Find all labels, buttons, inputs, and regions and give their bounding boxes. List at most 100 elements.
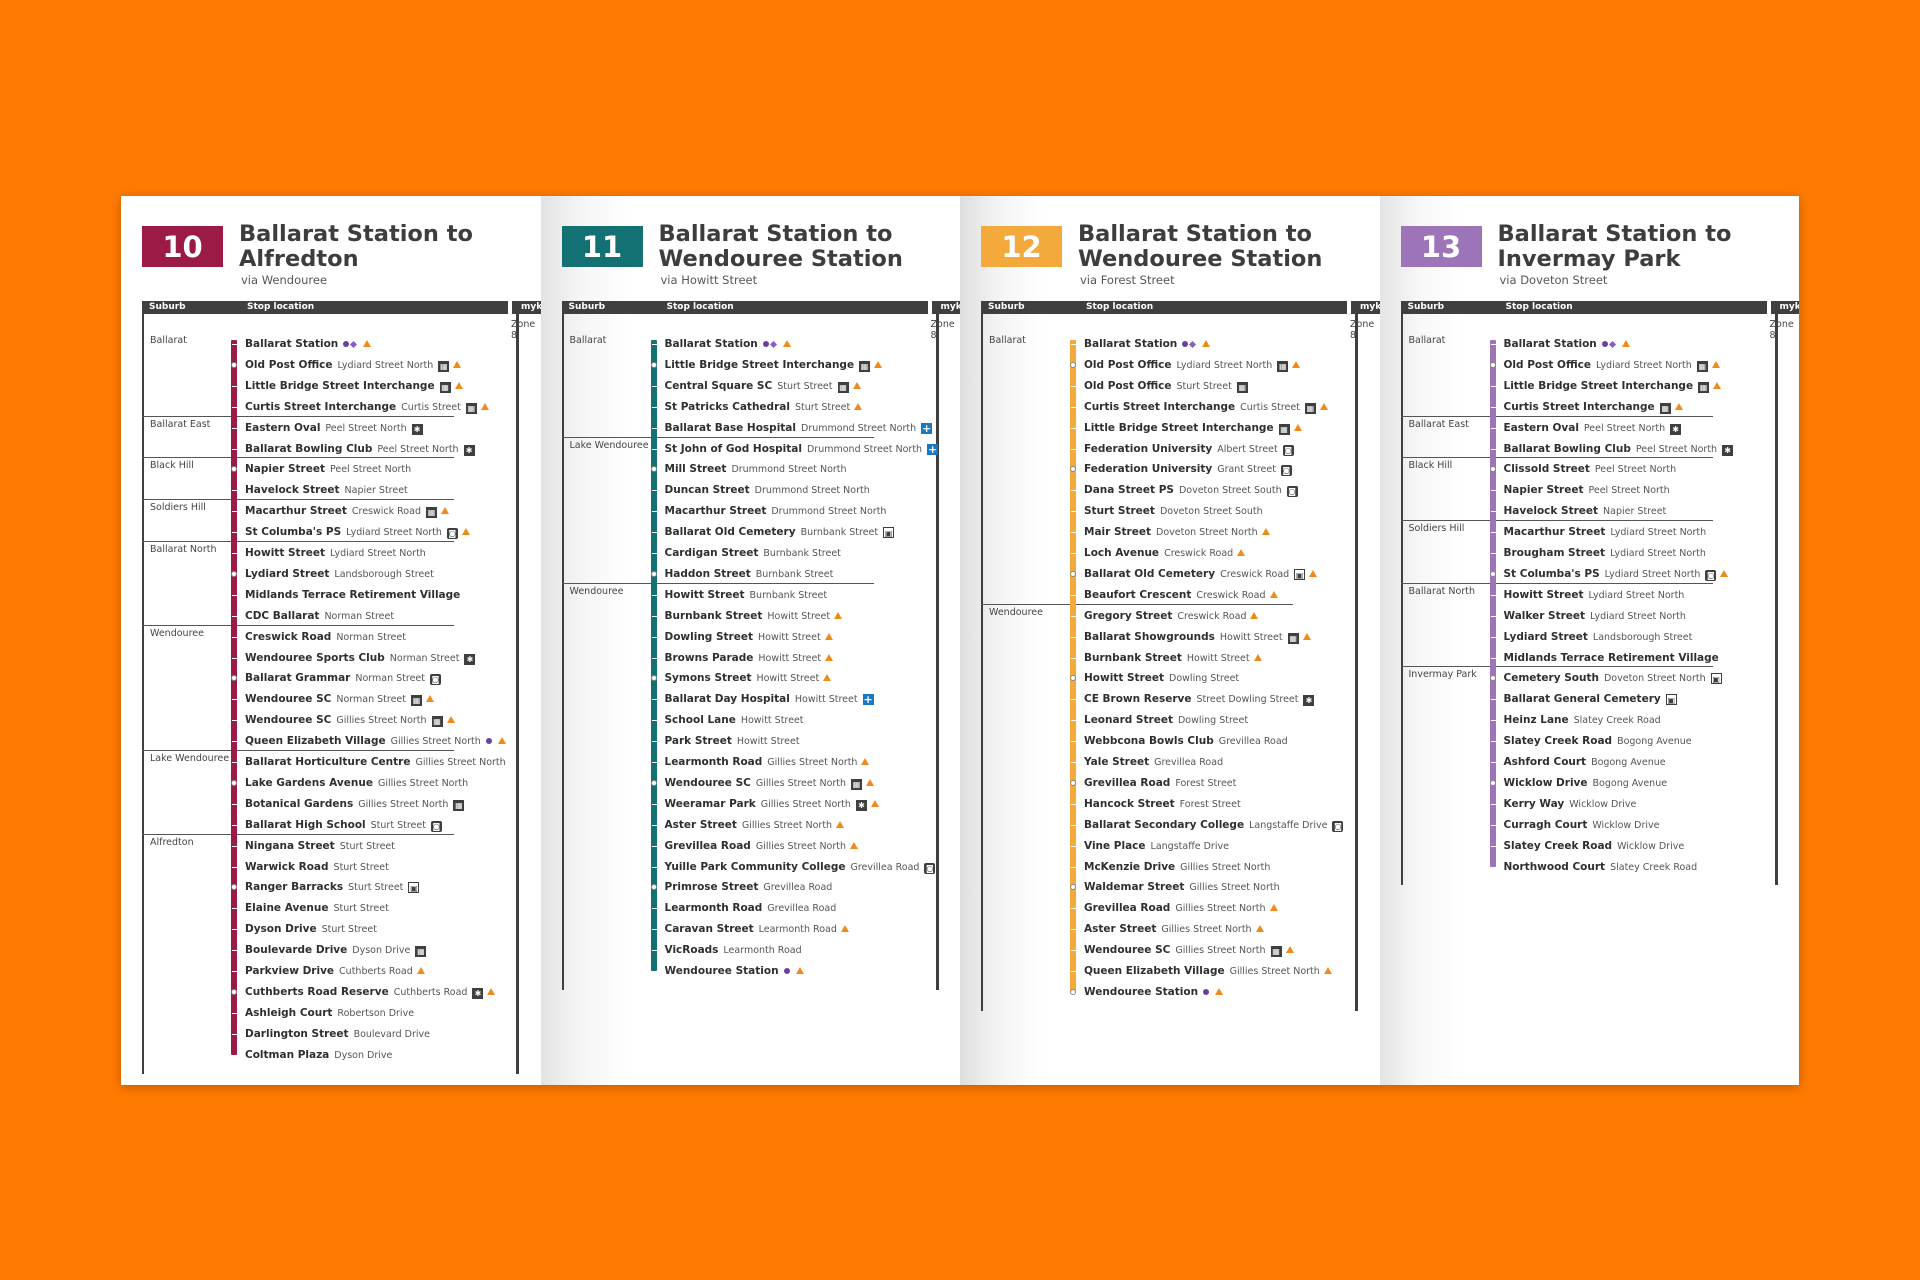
stop-street: Dowling Street xyxy=(1169,673,1240,685)
stop-row: Lydiard Street Landsborough Street xyxy=(1504,629,1693,645)
connection-triangle-icon xyxy=(1202,340,1211,347)
timing-point-icon xyxy=(650,884,657,891)
route-panel-10: 10 Ballarat Station to Alfredton via Wendou… xyxy=(121,196,541,1085)
stop-row: Federation University Albert Street ◙ xyxy=(1084,441,1294,457)
suburb-name: Lake Wendouree xyxy=(150,753,230,764)
timing-point-icon xyxy=(650,361,657,368)
stop-row: Wendouree Sports Club Norman Street ✱ xyxy=(245,650,476,666)
stop-row: Dowling Street Howitt Street xyxy=(665,629,833,645)
stop-name: Haddon Street xyxy=(664,567,751,580)
stop-name: Curragh Court xyxy=(1503,818,1588,831)
connection-triangle-icon xyxy=(1711,360,1720,368)
column-header-suburb: Suburb xyxy=(981,301,1079,314)
stop-row: Dyson Drive Sturt Street xyxy=(245,921,377,937)
train-dot-icon xyxy=(485,738,492,745)
stop-row: Midlands Terrace Retirement Village xyxy=(1504,650,1719,666)
stop-street: Napier Street xyxy=(1603,506,1667,518)
stop-tick xyxy=(1490,657,1496,659)
route-via: via Doveton Street xyxy=(1499,273,1608,287)
column-header-suburb: Suburb xyxy=(561,301,660,314)
suburb-column-border xyxy=(142,314,144,1074)
shopping-icon: ▦ xyxy=(439,381,451,393)
stop-name: Curtis Street Interchange xyxy=(245,400,397,413)
stop-name: Ballarat High School xyxy=(245,818,366,831)
stop-row: Creswick Road Norman Street xyxy=(245,629,406,645)
stop-row: Weeramar Park Gillies Street North ✱ xyxy=(665,796,879,812)
shopping-icon: ▦ xyxy=(851,778,863,790)
stop-name: Ballarat Horticulture Centre xyxy=(245,756,411,768)
stop-row: Macarthur Street Lydiard Street North xyxy=(1504,524,1707,540)
stop-row: Ashford Court Bogong Avenue xyxy=(1504,754,1666,770)
connection-triangle-icon xyxy=(1269,590,1278,598)
column-header-suburb: Suburb xyxy=(142,301,240,314)
timing-point-icon xyxy=(1070,570,1076,577)
connection-triangle-icon xyxy=(795,967,804,974)
suburb-divider xyxy=(142,457,454,459)
stop-name: Ballarat Secondary College xyxy=(1084,818,1245,831)
stop-street: Peel Street North xyxy=(1594,464,1677,476)
shopping-icon: ▦ xyxy=(1304,402,1316,414)
school-icon: ◙ xyxy=(430,820,442,832)
stop-street: Sturt Street xyxy=(333,861,389,873)
stop-row: Curtis Street Interchange Curtis Street ▦ xyxy=(245,399,489,415)
stop-row: Browns Parade Howitt Street xyxy=(665,650,834,666)
stop-row: Old Post Office Lydiard Street North ▦ xyxy=(1504,357,1720,373)
shopping-icon: ▦ xyxy=(1696,360,1708,372)
stop-street: Grevillea Road xyxy=(1154,757,1224,768)
stop-row: Webbcona Bowls Club Grevillea Road xyxy=(1084,733,1288,749)
sport-icon: ✱ xyxy=(463,444,475,456)
stop-street: Creswick Road xyxy=(1196,589,1266,601)
school-icon: ◙ xyxy=(429,674,441,686)
vline-diamond-icon xyxy=(1189,340,1197,349)
train-dot-icon xyxy=(1182,341,1189,347)
stop-street: Gillies Street North xyxy=(1189,882,1280,894)
train-connection-icon xyxy=(1601,336,1618,352)
stop-row: Haddon Street Burnbank Street xyxy=(665,566,834,582)
suburb-divider xyxy=(981,603,1293,605)
stop-row: Darlington Street Boulevard Drive xyxy=(245,1026,430,1042)
stop-street: Howitt Street xyxy=(736,736,800,748)
stop-row: Vine Place Langstaffe Drive xyxy=(1084,838,1229,854)
stop-row: Cemetery South Doveton Street North ▣ xyxy=(1504,670,1722,686)
timing-point-icon xyxy=(231,988,237,995)
stop-name: Queen Elizabeth Village xyxy=(1084,965,1225,977)
stop-name: Walker Street xyxy=(1503,609,1586,622)
stop-street: Norman Street xyxy=(336,631,406,643)
timing-point-icon xyxy=(650,779,657,786)
stop-name: Federation University xyxy=(1084,463,1213,476)
stop-tick xyxy=(1490,427,1496,429)
column-header-zone: myki zone xyxy=(1351,301,1380,314)
stop-name: Wicklow Drive xyxy=(1503,776,1588,789)
zone-label: Zone 8 xyxy=(511,319,536,341)
stop-tick xyxy=(232,866,237,868)
stop-row: Mill Street Drummond Street North xyxy=(665,461,847,477)
stop-tick xyxy=(1490,553,1496,554)
stop-name: Weeramar Park xyxy=(664,797,756,810)
stop-name: Ballarat Old Cemetery xyxy=(1084,567,1216,580)
connection-triangle-icon xyxy=(840,925,849,933)
stop-row: Wendouree SC Gillies Street North ▦ xyxy=(665,775,875,791)
stop-tick xyxy=(232,908,237,910)
stop-name: Ballarat Station xyxy=(245,338,339,350)
stop-street: Sturt Street xyxy=(777,380,833,392)
stop-tick xyxy=(232,950,237,952)
school-icon: ◙ xyxy=(1332,820,1344,832)
stop-tick xyxy=(651,699,657,701)
route-title: Ballarat Station to Wendouree Station xyxy=(1078,222,1368,272)
stop-name: McKenzie Drive xyxy=(1084,860,1176,873)
shopping-icon: ▦ xyxy=(453,799,465,811)
stop-name: Lake Gardens Avenue xyxy=(245,776,373,789)
suburb-name: Invermay Park xyxy=(1408,669,1477,681)
stop-street: Robertson Drive xyxy=(337,1007,415,1019)
stop-street: Dowling Street xyxy=(1177,715,1249,727)
stop-row: Beaufort Crescent Creswick Road xyxy=(1084,587,1278,603)
stop-name: Little Bridge Street Interchange xyxy=(664,358,855,371)
stop-tick xyxy=(1490,532,1496,534)
suburb-divider xyxy=(142,499,454,501)
stop-row: Curtis Street Interchange Curtis Street ▦ xyxy=(1084,399,1328,415)
timing-point-icon xyxy=(1070,361,1076,368)
suburb-name: Soldiers Hill xyxy=(1408,523,1465,535)
stop-street: Gillies Street North xyxy=(755,777,847,789)
stop-name: Burnbank Street xyxy=(1084,651,1182,664)
stop-name: Wendouree Station xyxy=(1084,985,1199,998)
